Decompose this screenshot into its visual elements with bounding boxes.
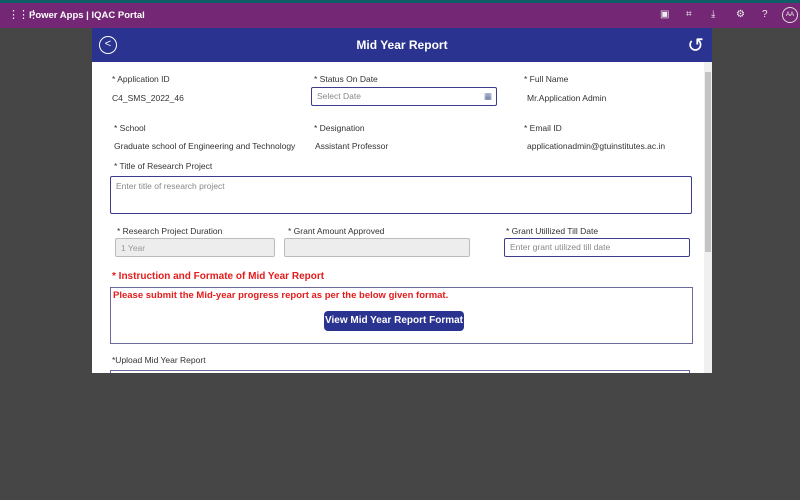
designation-value: Assistant Professor bbox=[315, 141, 389, 151]
duration-field: 1 Year bbox=[115, 238, 275, 257]
duration-label: * Research Project Duration bbox=[117, 226, 223, 236]
instruction-heading: * Instruction and Formate of Mid Year Re… bbox=[112, 271, 325, 282]
utilized-placeholder: Enter grant utilized till date bbox=[510, 242, 611, 252]
status-date-picker[interactable]: Select Date ▦ bbox=[311, 87, 497, 106]
header: < Mid Year Report ↺ bbox=[92, 28, 712, 62]
download-icon[interactable]: ⤓ bbox=[711, 9, 715, 20]
application-id-label: * Application ID bbox=[112, 74, 170, 84]
view-format-button[interactable]: View Mid Year Report Format bbox=[324, 311, 464, 331]
scrollbar-thumb[interactable] bbox=[705, 72, 711, 252]
designation-label: * Designation bbox=[314, 123, 365, 133]
school-label: * School bbox=[114, 123, 146, 133]
app-window: < Mid Year Report ↺ * Application ID C4_… bbox=[92, 28, 712, 373]
email-label: * Email ID bbox=[524, 123, 562, 133]
fit-screen-icon[interactable]: ⌗ bbox=[686, 9, 692, 20]
status-date-label: * Status On Date bbox=[314, 74, 378, 84]
calendar-icon[interactable]: ▦ bbox=[484, 91, 492, 102]
settings-icon[interactable]: ⚙ bbox=[736, 9, 745, 20]
email-value: applicationadmin@gtuinstitutes.ac.in bbox=[527, 141, 666, 151]
teams-icon[interactable]: ▣ bbox=[660, 9, 669, 20]
page-title: Mid Year Report bbox=[356, 38, 448, 52]
title-placeholder: Enter title of research project bbox=[116, 181, 225, 191]
grant-field bbox=[284, 238, 470, 257]
status-date-placeholder: Select Date bbox=[317, 91, 361, 101]
app-title: Power Apps | IQAC Portal bbox=[29, 10, 145, 21]
scrollbar[interactable] bbox=[704, 62, 712, 373]
utilized-label: * Grant Utillized Till Date bbox=[506, 226, 599, 236]
upload-label: *Upload Mid Year Report bbox=[112, 355, 206, 365]
grant-label: * Grant Amount Approved bbox=[288, 226, 385, 236]
help-icon[interactable]: ? bbox=[762, 9, 768, 20]
title-label: * Title of Research Project bbox=[114, 161, 213, 171]
full-name-value: Mr.Application Admin bbox=[527, 93, 607, 103]
instruction-text: Please submit the Mid-year progress repo… bbox=[113, 290, 449, 301]
upload-box[interactable] bbox=[110, 370, 690, 373]
avatar[interactable]: AA bbox=[782, 7, 798, 23]
app-bar: ⋮⋮⋮ Power Apps | IQAC Portal ▣ ⌗ ⤓ ⚙ ? A… bbox=[0, 3, 800, 28]
utilized-input[interactable]: Enter grant utilized till date bbox=[504, 238, 690, 257]
application-id-value: C4_SMS_2022_46 bbox=[112, 93, 184, 103]
title-input[interactable]: Enter title of research project bbox=[110, 176, 692, 214]
school-value: Graduate school of Engineering and Techn… bbox=[114, 141, 296, 151]
reset-icon[interactable]: ↺ bbox=[687, 33, 704, 58]
full-name-label: * Full Name bbox=[524, 74, 569, 84]
duration-value: 1 Year bbox=[121, 243, 146, 253]
